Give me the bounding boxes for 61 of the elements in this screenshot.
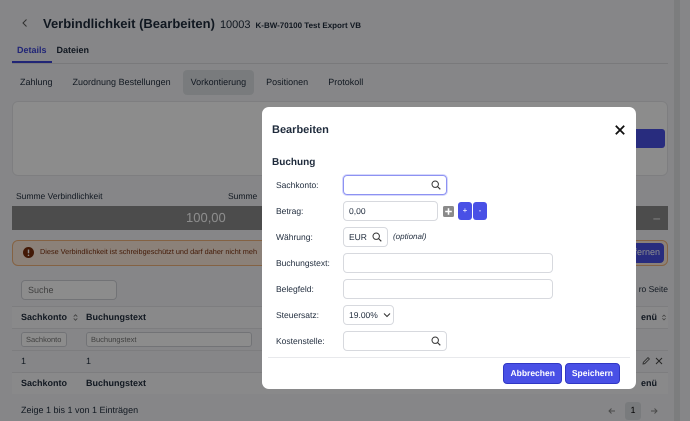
table-cell-text: 1 xyxy=(21,354,26,368)
field-label: Steuersatz: xyxy=(275,308,320,322)
field-label: Sachkonto: xyxy=(275,178,320,192)
dialog-title: Bearbeiten xyxy=(272,122,329,138)
step-button[interactable]: + xyxy=(458,202,472,220)
warning-icon xyxy=(23,247,34,258)
back-icon xyxy=(20,18,30,28)
search-icon xyxy=(431,336,441,346)
dialog-button[interactable]: Abbrechen xyxy=(503,363,562,384)
field-label: Belegfeld: xyxy=(275,282,315,296)
search-icon xyxy=(372,232,382,242)
sort-icon xyxy=(71,312,80,322)
column-header: enü xyxy=(641,310,658,324)
summary-label: Summe Verbindlichkeit xyxy=(16,190,104,203)
column-footer: Buchungstext xyxy=(86,376,146,390)
dialog-button[interactable]: Speichern xyxy=(564,363,620,384)
record-subtitle: K-BW-70100 Test Export VB xyxy=(256,20,362,32)
field-label: Buchungstext: xyxy=(275,256,331,270)
tax-select[interactable]: 19.00% xyxy=(343,305,394,325)
summary-value: – xyxy=(653,210,660,227)
column-header: Sachkonto xyxy=(21,310,68,324)
page-title: Verbindlichkeit (Bearbeiten) xyxy=(43,15,215,33)
amount-field[interactable]: 0,00 xyxy=(343,201,438,221)
column-footer: enü xyxy=(641,376,658,390)
table-cell-text: 1 xyxy=(86,354,92,368)
entries-info: Zeige 1 bis 1 von 1 Einträgen xyxy=(21,404,138,417)
field-label: Kostenstelle: xyxy=(275,334,326,348)
text-field[interactable] xyxy=(343,253,553,273)
previous-icon[interactable] xyxy=(607,406,617,416)
search-field[interactable]: Suche xyxy=(21,280,117,300)
field-label: Betrag: xyxy=(275,204,304,218)
page-button[interactable]: 1 xyxy=(625,402,641,420)
pencil-icon[interactable] xyxy=(641,356,651,366)
optional-hint: (optional) xyxy=(393,231,426,243)
text-field[interactable] xyxy=(343,279,553,299)
sort-icon xyxy=(660,312,668,322)
field-label: Währung: xyxy=(275,230,314,244)
step-button[interactable]: - xyxy=(473,202,487,220)
next-icon[interactable] xyxy=(649,406,659,416)
subtab[interactable]: Protokoll xyxy=(320,70,372,95)
search-field[interactable] xyxy=(343,175,447,195)
subtab[interactable]: Positionen xyxy=(258,70,316,95)
plus-square-icon xyxy=(443,206,454,216)
page-size-label: ro Seite xyxy=(638,283,668,296)
subtab[interactable]: Zahlung xyxy=(12,70,61,95)
column-header: Buchungstext xyxy=(86,310,146,324)
record-number: 10003 xyxy=(220,18,251,33)
subtab[interactable]: Zuordnung Bestellungen xyxy=(64,70,179,95)
delete-icon[interactable] xyxy=(654,356,664,366)
tab[interactable]: Details xyxy=(12,40,52,63)
summary-value: 100,00 xyxy=(186,209,226,227)
currency-field[interactable]: EUR xyxy=(343,227,388,247)
column-footer: Sachkonto xyxy=(21,376,68,390)
chevron-icon xyxy=(382,310,392,320)
search-icon xyxy=(431,180,441,190)
tab[interactable]: Dateien xyxy=(52,40,94,63)
close-icon xyxy=(614,124,626,136)
section-title: Buchung xyxy=(272,156,316,170)
close-button[interactable] xyxy=(614,124,626,136)
subtab[interactable]: Vorkontierung xyxy=(182,70,254,95)
summary-label: Summe xyxy=(228,190,258,203)
